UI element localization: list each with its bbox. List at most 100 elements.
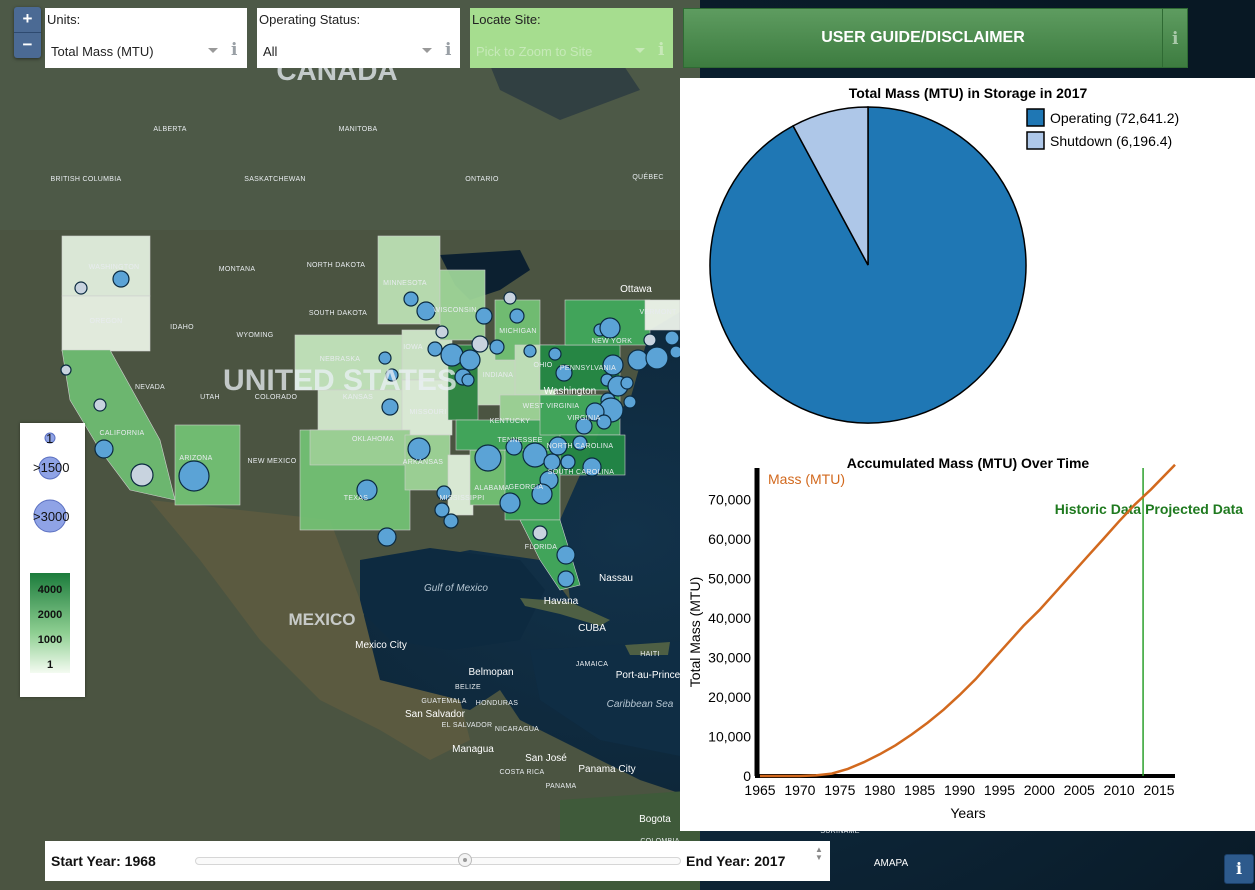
city-label: Ottawa (620, 284, 652, 295)
state-label: NEBRASKA (320, 356, 361, 363)
state-label: WASHINGTON (89, 264, 140, 271)
locate-site-select[interactable]: Locate Site: Pick to Zoom to Site i (470, 8, 673, 68)
state-label: SOUTH DAKOTA (309, 310, 367, 317)
state-label: KENTUCKY (490, 418, 531, 425)
series-label: Mass (MTU) (768, 471, 845, 487)
state-label: NORTH DAKOTA (307, 262, 366, 269)
size-legend-label: >1500 (33, 460, 70, 475)
end-year-label: End Year: 2017 (686, 853, 786, 869)
state-label: ALABAMA (474, 485, 509, 492)
help-button[interactable]: i (1224, 854, 1254, 884)
state-label: NEW MEXICO (248, 458, 297, 465)
zoom-control: + − (14, 7, 41, 58)
year-range-slider: Start Year: 1968 End Year: 2017 ▲ ▼ (45, 841, 830, 881)
zoom-out-button[interactable]: − (14, 32, 41, 58)
state-label: VIRGINIA (567, 415, 600, 422)
y-tick-label: 10,000 (708, 729, 751, 745)
slider-handle[interactable] (458, 853, 472, 867)
y-tick-label: 60,000 (708, 531, 751, 547)
state-label: OKLAHOMA (352, 436, 394, 443)
chevron-down-icon[interactable] (635, 48, 645, 53)
size-legend-label: 1 (46, 431, 54, 446)
x-tick-label: 2005 (1064, 782, 1095, 798)
state-label: HONDURAS (476, 700, 518, 707)
city-label: Managua (452, 744, 494, 755)
state-label: HAITI (640, 651, 659, 658)
operating-status-select[interactable]: Operating Status: All i (257, 8, 460, 68)
info-icon[interactable]: i (1172, 29, 1178, 49)
x-tick-label: 1985 (904, 782, 935, 798)
state-label: UTAH (200, 394, 220, 401)
units-value: Total Mass (MTU) (51, 44, 154, 59)
state-label: TEXAS (344, 495, 368, 502)
x-tick-label: 1970 (784, 782, 815, 798)
state-label: JAMAICA (576, 661, 608, 668)
gradient-label: 1 (46, 659, 54, 671)
operating-status-value: All (263, 44, 278, 59)
operating-status-label: Operating Status: (259, 12, 361, 27)
city-label: Port-au-Prince (616, 670, 681, 681)
state-label: GEORGIA (509, 484, 544, 491)
x-axis-label: Years (950, 805, 985, 821)
state-label: IOWA (403, 344, 423, 351)
info-icon[interactable]: i (445, 42, 451, 59)
chevron-down-icon[interactable] (422, 48, 432, 53)
state-label: MONTANA (219, 266, 256, 273)
province-label: QUÉBEC (632, 172, 663, 181)
user-guide-button[interactable]: USER GUIDE/DISCLAIMER i (683, 8, 1188, 68)
legend-label: Shutdown (6,196.4) (1050, 133, 1172, 149)
city-label: Mexico City (355, 640, 407, 651)
country-label: UNITED STATES (223, 364, 457, 397)
state-label: PANAMA (546, 783, 577, 790)
city-label: San José (525, 753, 567, 764)
state-label: OREGON (90, 318, 123, 325)
map-legend: 1 >1500 >3000 4000 2000 1000 1 (20, 423, 85, 697)
locate-site-placeholder: Pick to Zoom to Site (476, 44, 593, 59)
city-label: Belmopan (468, 667, 513, 678)
state-label: IDAHO (170, 324, 194, 331)
state-label: MINNESOTA (383, 280, 427, 287)
state-label: CALIFORNIA (99, 430, 144, 437)
units-select[interactable]: Units: Total Mass (MTU) i (45, 8, 247, 68)
info-icon[interactable]: i (658, 42, 664, 59)
city-label: CUBA (578, 623, 606, 634)
line-chart-title: Accumulated Mass (MTU) Over Time (847, 458, 1090, 471)
year-spinner[interactable]: ▲ ▼ (815, 846, 823, 862)
y-axis-label: Total Mass (MTU) (687, 577, 703, 687)
state-label: EL SALVADOR (442, 722, 493, 729)
chart-panel: Total Mass (MTU) in Storage in 2017 Oper… (680, 78, 1255, 831)
x-tick-label: 2010 (1104, 782, 1135, 798)
province-label: BRITISH COLUMBIA (51, 176, 122, 183)
province-label: ONTARIO (465, 176, 499, 183)
locate-site-label: Locate Site: (472, 12, 541, 27)
state-label: MICHIGAN (499, 328, 536, 335)
gulf-mexico (360, 548, 545, 650)
legend-label: Operating (72,641.2) (1050, 110, 1179, 126)
y-tick-label: 50,000 (708, 571, 751, 587)
slider-track[interactable] (195, 857, 681, 865)
state-label: ARIZONA (179, 455, 212, 462)
state-label: SOUTH CAROLINA (548, 469, 614, 476)
state-label: COSTA RICA (500, 769, 545, 776)
zoom-in-button[interactable]: + (14, 7, 41, 32)
info-icon[interactable]: i (231, 42, 237, 59)
y-tick-label: 20,000 (708, 689, 751, 705)
state-label: NORTH CAROLINA (547, 443, 614, 450)
country-label: MEXICO (288, 610, 355, 629)
province-label: MANITOBA (339, 126, 378, 133)
divider (1162, 9, 1163, 67)
gradient-label: 1000 (37, 634, 63, 646)
state-label: GUATEMALA (421, 698, 466, 705)
city-label: Bogota (639, 814, 671, 825)
city-label: San Salvador (405, 709, 466, 720)
x-tick-label: 2000 (1024, 782, 1055, 798)
y-tick-label: 40,000 (708, 610, 751, 626)
state-label: INDIANA (483, 372, 514, 379)
chevron-down-icon[interactable] (208, 48, 218, 53)
state-label: NICARAGUA (495, 726, 539, 733)
annotation-historic: Historic Data (1055, 501, 1142, 517)
y-tick-label: 30,000 (708, 650, 751, 666)
x-tick-label: 1975 (824, 782, 855, 798)
state-label: VERMONT (639, 309, 677, 316)
city-label: Havana (544, 596, 579, 607)
